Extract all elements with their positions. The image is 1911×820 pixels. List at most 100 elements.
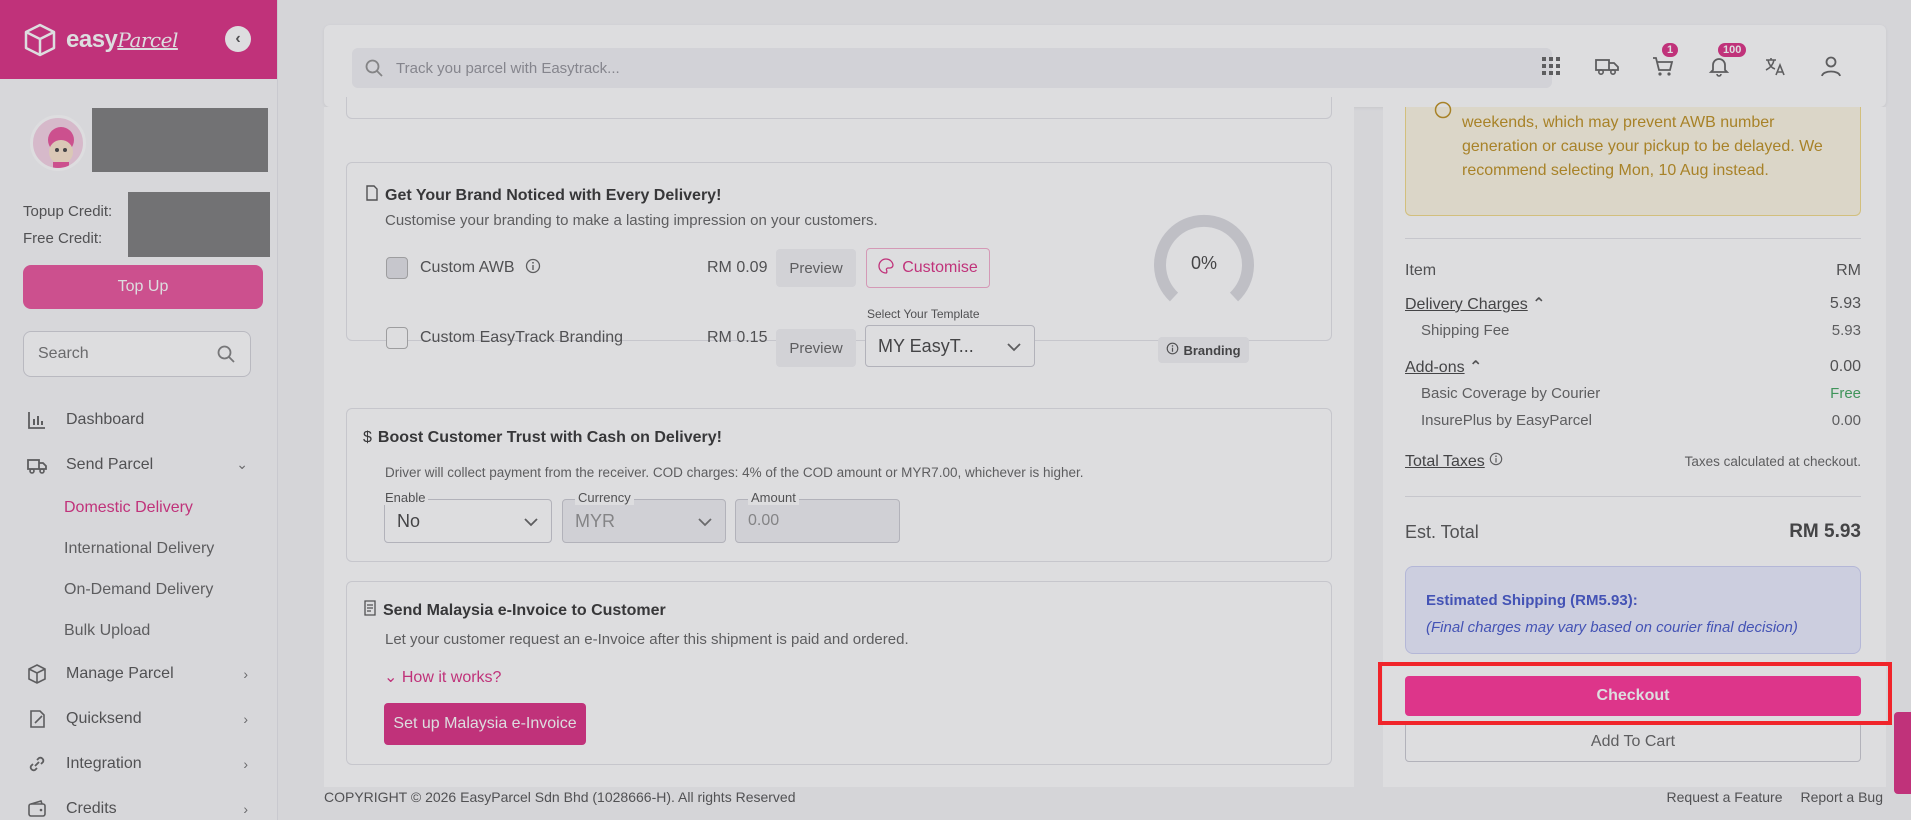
sidebar-nav: Dashboard Send Parcel ⌄ Domestic Deliver… bbox=[0, 397, 278, 820]
addons-label[interactable]: Add-ons bbox=[1405, 359, 1465, 376]
delivery-truck-icon[interactable] bbox=[1592, 51, 1622, 81]
cart-icon[interactable]: 1 bbox=[1648, 43, 1679, 81]
track-search-input[interactable]: Track you parcel with Easytrack... bbox=[352, 48, 1552, 88]
apps-grid-icon[interactable] bbox=[1536, 51, 1566, 81]
sidebar-item-quicksend[interactable]: Quicksend › bbox=[0, 696, 278, 741]
total-taxes-note: Taxes calculated at checkout. bbox=[1684, 454, 1861, 469]
template-select-label: Select Your Template bbox=[864, 307, 983, 321]
sidebar-item-label: Manage Parcel bbox=[66, 664, 174, 682]
sidebar-subitem-on-demand-delivery[interactable]: On-Demand Delivery bbox=[0, 569, 278, 610]
sidebar-subitem-bulk-upload[interactable]: Bulk Upload bbox=[0, 610, 278, 651]
insureplus-value: 0.00 bbox=[1831, 412, 1861, 429]
notification-bell-icon[interactable]: 100 bbox=[1704, 43, 1747, 81]
setup-einvoice-button[interactable]: Set up Malaysia e-Invoice bbox=[384, 703, 586, 745]
translate-icon[interactable] bbox=[1760, 51, 1790, 81]
custom-easytrack-label: Custom EasyTrack Branding bbox=[420, 329, 624, 346]
sidebar-subitem-international-delivery[interactable]: International Delivery bbox=[0, 528, 278, 569]
branding-progress-text: 0% bbox=[1190, 252, 1217, 273]
custom-easytrack-checkbox[interactable] bbox=[386, 327, 408, 349]
avatar[interactable] bbox=[30, 115, 86, 171]
est-total-value: RM 5.93 bbox=[1789, 521, 1861, 542]
insureplus-label: InsurePlus by EasyParcel bbox=[1421, 412, 1592, 429]
sidebar-item-manage-parcel[interactable]: Manage Parcel › bbox=[0, 651, 278, 696]
topup-credit-label: Topup Credit: bbox=[23, 203, 113, 220]
footer-copyright: COPYRIGHT © 2026 EasyParcel Sdn Bhd (102… bbox=[324, 789, 796, 805]
chevron-up-icon[interactable]: ⌃ bbox=[1532, 296, 1545, 313]
delivery-charges-value: 5.93 bbox=[1829, 295, 1861, 312]
request-feature-link[interactable]: Request a Feature bbox=[1667, 789, 1783, 805]
receipt-icon bbox=[363, 600, 377, 621]
addons-row[interactable]: Add-ons ⌃ 0.00 bbox=[1405, 357, 1861, 377]
sidebar-item-dashboard[interactable]: Dashboard bbox=[0, 397, 278, 442]
box-logo-icon bbox=[24, 23, 56, 56]
notification-badge: 100 bbox=[1718, 43, 1747, 57]
cod-card-title: $ Boost Customer Trust with Cash on Deliv… bbox=[363, 429, 722, 446]
cod-enable-label: Enable bbox=[382, 490, 429, 505]
chevron-down-icon bbox=[697, 511, 713, 532]
chevron-down-icon: ⌄ bbox=[236, 456, 248, 472]
currency-header: RM bbox=[1836, 262, 1861, 279]
custom-awb-option[interactable]: Custom AWB bbox=[386, 257, 541, 279]
cod-enable-select[interactable]: No bbox=[384, 499, 552, 543]
custom-awb-preview-button[interactable]: Preview bbox=[776, 249, 856, 287]
divider bbox=[1405, 496, 1861, 497]
sidebar-item-send-parcel[interactable]: Send Parcel ⌄ bbox=[0, 442, 278, 487]
cod-enable-value: No bbox=[397, 510, 421, 531]
quicksend-icon bbox=[26, 708, 48, 730]
custom-easytrack-option[interactable]: Custom EasyTrack Branding bbox=[386, 327, 623, 349]
estimated-shipping-box: Estimated Shipping (RM5.93): (Final char… bbox=[1405, 566, 1861, 654]
template-select[interactable]: MY EasyT... bbox=[865, 325, 1035, 367]
sidebar-subitem-domestic-delivery[interactable]: Domestic Delivery bbox=[0, 487, 278, 528]
custom-easytrack-preview-button[interactable]: Preview bbox=[776, 329, 856, 367]
cod-amount-value: 0.00 bbox=[748, 512, 780, 529]
delivery-charges-label[interactable]: Delivery Charges bbox=[1405, 296, 1528, 313]
info-icon[interactable] bbox=[525, 258, 541, 279]
cart-badge: 1 bbox=[1662, 43, 1679, 57]
chevron-down-icon bbox=[1006, 336, 1022, 357]
report-bug-link[interactable]: Report a Bug bbox=[1801, 789, 1884, 805]
cod-amount-label: Amount bbox=[748, 490, 799, 505]
wallet-icon bbox=[26, 798, 48, 820]
branding-info-pill[interactable]: Branding bbox=[1158, 337, 1249, 363]
add-to-cart-button[interactable]: Add To Cart bbox=[1405, 722, 1861, 762]
total-taxes-label[interactable]: Total Taxes bbox=[1405, 453, 1485, 470]
chevron-right-icon: › bbox=[243, 665, 248, 682]
logo-text: easyParcel bbox=[66, 25, 178, 53]
estimated-shipping-note: (Final charges may vary based on courier… bbox=[1426, 619, 1798, 636]
shipping-fee-value: 5.93 bbox=[1831, 322, 1861, 339]
sidebar-collapse-button[interactable]: ‹ bbox=[225, 26, 251, 52]
chevron-up-icon[interactable]: ⌃ bbox=[1469, 359, 1482, 376]
estimated-shipping-title: Estimated Shipping (RM5.93): bbox=[1426, 592, 1638, 609]
chart-icon bbox=[26, 409, 48, 431]
search-icon bbox=[217, 345, 235, 363]
sidebar: easyParcel ‹ Topup Credit: Free Credit: … bbox=[0, 0, 278, 820]
sidebar-item-credits[interactable]: Credits › bbox=[0, 786, 278, 820]
user-profile-icon[interactable] bbox=[1816, 51, 1846, 81]
search-icon bbox=[365, 59, 383, 77]
einvoice-card-title: Send Malaysia e-Invoice to Customer bbox=[363, 600, 909, 621]
divider bbox=[1405, 238, 1861, 239]
how-it-works-link[interactable]: ⌄ How it works? bbox=[384, 667, 501, 687]
sidebar-item-label: Credits bbox=[66, 799, 117, 817]
sidebar-item-label: Quicksend bbox=[66, 709, 142, 727]
dollar-icon: $ bbox=[363, 429, 372, 446]
chat-with-us-tab[interactable] bbox=[1894, 712, 1911, 794]
sidebar-item-integration[interactable]: Integration › bbox=[0, 741, 278, 786]
summary-header-row: Item RM bbox=[1405, 262, 1861, 280]
link-icon bbox=[26, 753, 48, 775]
track-search-placeholder: Track you parcel with Easytrack... bbox=[396, 59, 620, 77]
redacted-credit-values bbox=[128, 192, 270, 257]
delivery-charges-row[interactable]: Delivery Charges ⌃ 5.93 bbox=[1405, 294, 1861, 314]
custom-awb-checkbox[interactable] bbox=[386, 257, 408, 279]
previous-card-bottom bbox=[346, 97, 1332, 119]
info-icon[interactable] bbox=[1489, 452, 1503, 470]
topup-button[interactable]: Top Up bbox=[23, 265, 263, 309]
truck-icon bbox=[26, 454, 48, 476]
logo[interactable]: easyParcel bbox=[22, 22, 178, 58]
chevron-down-icon: ⌄ bbox=[384, 669, 398, 686]
pickup-warning: weekends, which may prevent AWB number g… bbox=[1405, 101, 1861, 216]
sidebar-search-input[interactable]: Search bbox=[23, 331, 251, 377]
customise-button[interactable]: Customise bbox=[866, 248, 990, 288]
cod-currency-select: MYR bbox=[562, 499, 726, 543]
cod-amount-input: 0.00 bbox=[735, 499, 900, 543]
